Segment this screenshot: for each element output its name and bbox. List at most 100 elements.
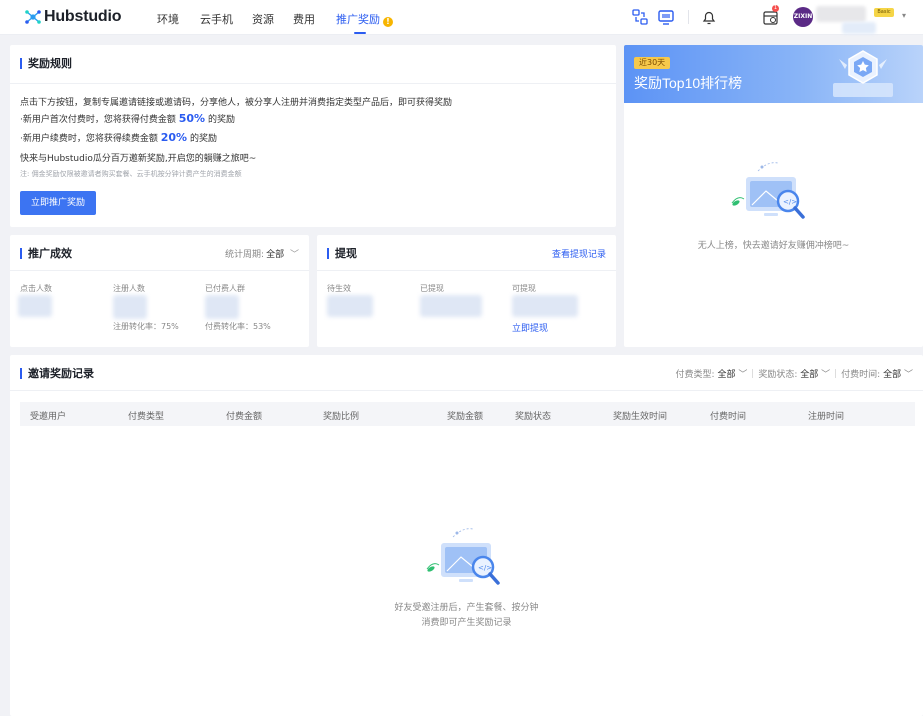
rule-intro: 点击下方按钮，复制专属邀请链接或邀请码，分享他人，被分享人注册并消费指定类型产品… <box>20 98 453 108</box>
chevron-down-icon: ﹀ <box>289 250 299 260</box>
nav-tab-environment[interactable]: 环境 <box>157 11 179 27</box>
withdrawn-value-redacted <box>420 295 482 317</box>
chevron-down-icon: ﹀ <box>903 370 913 380</box>
filter-divider <box>752 369 754 378</box>
rule-first-payment-text: ·新用户首次付费时，您将获得付费金额 <box>20 115 176 125</box>
column-payment-type: 付费类型 <box>128 412 165 422</box>
nav-tab-resources[interactable]: 资源 <box>252 11 274 27</box>
records-empty-text-line1: 好友受邀注册后，产生套餐、按分钟 <box>394 603 539 613</box>
column-reward-status: 奖励状态 <box>515 412 552 422</box>
empty-monitor-illustration: </> <box>731 162 805 219</box>
withdraw-title: 提现 <box>327 248 357 259</box>
app-logo[interactable]: Hubstudio <box>24 8 121 26</box>
rule-renewal-text: ·新用户续费时，您将获得续费金额 <box>20 134 158 144</box>
promotion-results-card: 推广成效 统计周期: 全部 ﹀ 点击人数 注册人数 注册转化率：75% 已付费人群… <box>10 235 309 347</box>
user-avatar[interactable]: ZIXIN <box>793 7 813 27</box>
nav-tab-label: 推广奖励 <box>336 13 380 26</box>
svg-text:</>: </> <box>783 198 797 206</box>
reward-status-filter[interactable]: 奖励状态: 全部 ﹀ <box>758 370 830 380</box>
leaderboard-banner: 近30天 奖励Top10排行榜 <box>624 45 923 103</box>
stat-period-select[interactable]: 统计周期: 全部 ﹀ <box>225 247 299 260</box>
withdraw-now-link[interactable]: 立即提现 <box>512 321 548 334</box>
register-conversion-rate: 注册转化率：75% <box>113 322 179 331</box>
withdrawable-label: 可提现 <box>512 284 536 293</box>
promote-now-button[interactable]: 立即推广奖励 <box>20 191 96 215</box>
user-menu-chevron-down-icon[interactable]: ▾ <box>902 11 906 20</box>
first-payment-percentage: 50% <box>178 112 206 125</box>
column-reward-amount: 奖励金额 <box>447 412 484 422</box>
sync-devices-icon[interactable] <box>631 8 649 26</box>
chevron-down-icon: ﹀ <box>738 370 748 380</box>
leaderboard-title: 奖励Top10排行榜 <box>634 75 743 91</box>
empty-monitor-illustration: </> <box>426 528 500 585</box>
payment-type-filter-label: 付费类型: <box>675 370 715 380</box>
rule-renewal: ·新用户续费时，您将获得续费金额 20% 的奖励 <box>20 131 217 144</box>
rule-first-payment-suffix: 的奖励 <box>207 115 235 125</box>
invite-records-card: 邀请奖励记录 付费类型: 全部 ﹀ 奖励状态: 全部 ﹀ 付费时间: 全部 ﹀ 受邀… <box>10 355 923 716</box>
records-table-header: 受邀用户 付费类型 付费金额 奖励比例 奖励金额 奖励状态 奖励生效时间 付费时… <box>20 402 915 426</box>
bell-icon[interactable] <box>700 8 718 26</box>
leaderboard-period-tag: 近30天 <box>634 57 671 69</box>
payment-time-filter[interactable]: 付费时间: 全部 ﹀ <box>841 370 913 380</box>
card-divider <box>10 270 309 271</box>
rule-call-to-action: 快来与Hubstudio瓜分百万邀新奖励,开启您的躺赚之旅吧~ <box>20 154 257 164</box>
records-empty-text-line2: 消费即可产生奖励记录 <box>421 618 512 628</box>
payment-type-filter-value: 全部 <box>717 370 736 380</box>
rule-first-payment: ·新用户首次付费时，您将获得付费金额 50% 的奖励 <box>20 112 235 125</box>
column-invited-user: 受邀用户 <box>30 412 67 422</box>
column-register-time: 注册时间 <box>808 412 845 422</box>
withdraw-card: 提现 查看提现记录 待生效 已提现 可提现 立即提现 <box>317 235 616 347</box>
rule-note: 注: 佣金奖励仅限被邀请者购买套餐、云手机按分钟计费产生的消费金额 <box>20 170 242 178</box>
withdrawn-label: 已提现 <box>420 284 444 293</box>
paid-users-label: 已付费人群 <box>205 284 245 293</box>
nav-notice-dot: ! <box>383 17 393 27</box>
card-divider <box>10 83 616 84</box>
column-payment-time: 付费时间 <box>710 412 747 422</box>
svg-text:</>: </> <box>478 564 492 572</box>
card-divider <box>10 390 923 391</box>
hubstudio-logo-icon <box>25 10 41 24</box>
register-count-value-redacted <box>113 295 147 319</box>
stat-period-label: 统计周期: <box>225 250 265 260</box>
reward-rules-title: 奖励规则 <box>20 58 72 69</box>
nav-tab-promotion-rewards[interactable]: 推广奖励! <box>336 11 393 27</box>
nav-tab-cloud-phone[interactable]: 云手机 <box>200 11 233 27</box>
plan-badge: Basic <box>874 8 894 17</box>
calendar-button[interactable]: 1 <box>762 5 780 26</box>
payment-type-filter[interactable]: 付费类型: 全部 ﹀ <box>676 370 748 380</box>
payment-time-filter-label: 付费时间: <box>841 370 881 380</box>
rule-renewal-suffix: 的奖励 <box>189 134 217 144</box>
active-tab-indicator <box>354 32 366 34</box>
column-reward-effective-time: 奖励生效时间 <box>613 412 668 422</box>
column-reward-ratio: 奖励比例 <box>323 412 360 422</box>
paid-conversion-rate: 付费转化率：53% <box>205 322 271 331</box>
withdrawable-value-redacted <box>512 295 578 317</box>
leaderboard-empty-text: 无人上榜，快去邀请好友赚佣冲榜吧~ <box>697 241 850 251</box>
trophy-badge-icon <box>833 50 893 97</box>
card-divider <box>317 270 616 271</box>
reward-status-filter-value: 全部 <box>800 370 819 380</box>
paid-users-value-redacted <box>205 295 239 319</box>
nav-tab-fees[interactable]: 费用 <box>293 11 315 27</box>
pending-value-redacted <box>327 295 373 317</box>
column-payment-amount: 付费金额 <box>226 412 263 422</box>
reward-rules-card: 奖励规则 点击下方按钮，复制专属邀请链接或邀请码，分享他人，被分享人注册并消费指… <box>10 45 616 227</box>
user-id-redacted <box>842 22 876 34</box>
pending-label: 待生效 <box>327 284 351 293</box>
stat-period-value: 全部 <box>266 250 285 260</box>
promotion-results-title: 推广成效 <box>20 248 72 259</box>
logo-text: Hubstudio <box>44 8 122 25</box>
records-filters: 付费类型: 全部 ﹀ 奖励状态: 全部 ﹀ 付费时间: 全部 ﹀ <box>676 367 913 380</box>
toolbar-divider <box>688 10 689 24</box>
notification-count-badge: 1 <box>772 5 779 12</box>
invite-records-title: 邀请奖励记录 <box>20 368 94 379</box>
reward-status-filter-label: 奖励状态: <box>758 370 798 380</box>
click-count-value-redacted <box>18 295 52 317</box>
monitor-icon[interactable] <box>657 8 675 26</box>
filter-divider <box>835 369 837 378</box>
register-count-label: 注册人数 <box>113 284 145 293</box>
chevron-down-icon: ﹀ <box>821 370 831 380</box>
user-name-redacted[interactable] <box>816 6 866 22</box>
withdraw-history-link[interactable]: 查看提现记录 <box>552 247 606 260</box>
renewal-percentage: 20% <box>160 131 188 144</box>
